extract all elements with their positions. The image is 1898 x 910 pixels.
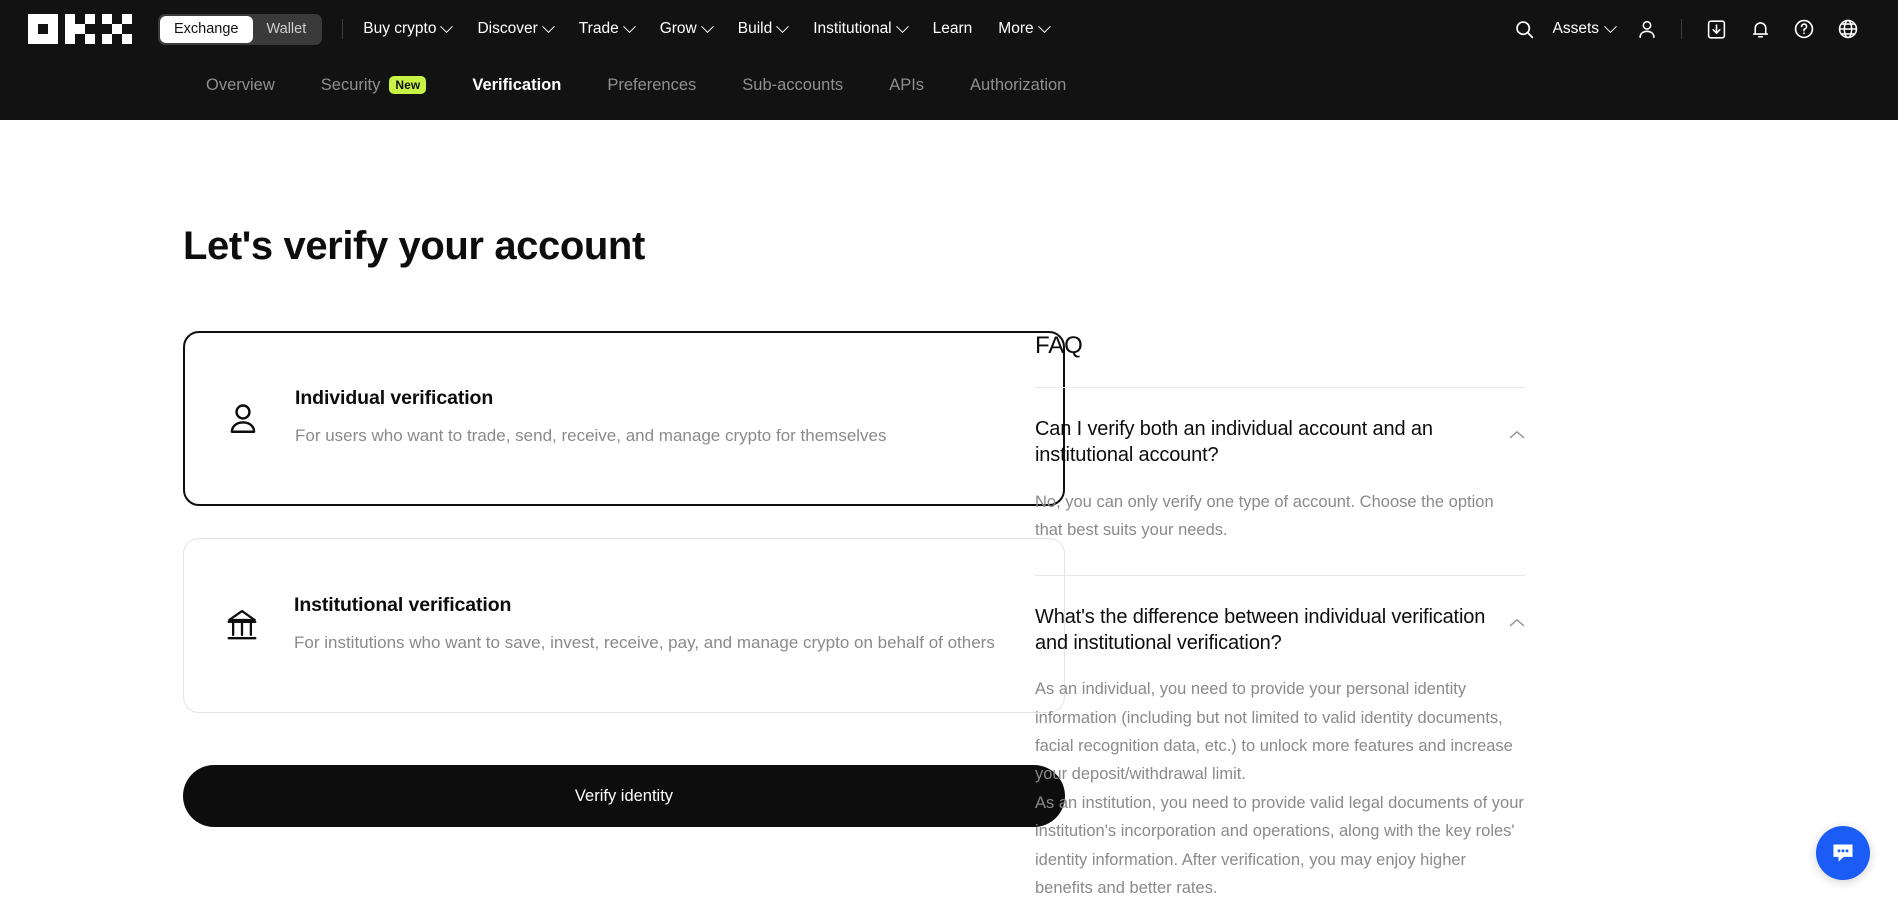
- subnav-label: Security: [320, 75, 381, 94]
- account-subnav: Overview Security New Verification Prefe…: [0, 58, 1898, 120]
- subnav-item-authorization[interactable]: Authorization: [947, 58, 1089, 104]
- chevron-down-icon: [1037, 19, 1051, 33]
- nav-label: Trade: [578, 20, 619, 37]
- nav-label: Institutional: [813, 20, 892, 37]
- assets-label: Assets: [1552, 20, 1599, 37]
- subnav-label: Sub-accounts: [742, 75, 844, 94]
- content-wrapper: Let's verify your account Individual ver…: [0, 120, 1898, 910]
- chevron-down-icon: [776, 19, 790, 33]
- chevron-down-icon: [440, 19, 454, 33]
- option-title: Institutional verification: [294, 594, 512, 617]
- language-globe-icon[interactable]: [1826, 7, 1870, 51]
- subnav-label: Preferences: [607, 75, 697, 94]
- segment-wallet[interactable]: Wallet: [253, 16, 321, 43]
- okx-logo-mark: [28, 14, 132, 44]
- nav-item-grow[interactable]: Grow: [659, 0, 714, 58]
- exchange-wallet-toggle[interactable]: Exchange Wallet: [158, 13, 323, 45]
- verification-main-column: Let's verify your account Individual ver…: [0, 120, 1065, 910]
- faq-item: Can I verify both an individual account …: [1035, 388, 1525, 575]
- nav-label: Buy crypto: [363, 20, 437, 37]
- option-description: For users who want to trade, send, recei…: [295, 426, 887, 446]
- faq-question: What's the difference between individual…: [1035, 605, 1486, 654]
- option-title: Individual verification: [295, 387, 494, 410]
- subnav-item-apis[interactable]: APIs: [866, 58, 947, 104]
- page-body: Let's verify your account Individual ver…: [0, 120, 1898, 910]
- nav-item-buy-crypto[interactable]: Buy crypto: [363, 0, 454, 58]
- nav-label: Discover: [477, 20, 538, 37]
- verification-options: Individual verification For users who wa…: [183, 331, 1065, 713]
- chevron-down-icon: [622, 19, 636, 33]
- notification-bell-icon[interactable]: [1738, 7, 1782, 51]
- chevron-up-icon[interactable]: [1509, 618, 1525, 628]
- chevron-down-icon: [700, 19, 714, 33]
- nav-item-more[interactable]: More: [998, 0, 1051, 58]
- nav-label: Build: [737, 20, 773, 37]
- nav-label: Learn: [932, 20, 973, 37]
- subnav-item-verification[interactable]: Verification: [449, 58, 584, 104]
- subnav-label: Authorization: [970, 75, 1067, 94]
- chat-support-button[interactable]: [1816, 826, 1870, 880]
- chevron-down-icon: [895, 19, 909, 33]
- user-account-icon[interactable]: [1625, 7, 1669, 51]
- faq-section: FAQ Can I verify both an individual acco…: [1035, 120, 1555, 910]
- bank-institution-icon: [220, 607, 264, 645]
- okx-logo[interactable]: [28, 14, 132, 44]
- faq-question: Can I verify both an individual account …: [1035, 418, 1433, 467]
- nav-item-trade[interactable]: Trade: [578, 0, 636, 58]
- nav-item-institutional[interactable]: Institutional: [813, 0, 909, 58]
- option-description: For institutions who want to save, inves…: [294, 633, 995, 653]
- option-card-institutional-verification[interactable]: Institutional verification For instituti…: [183, 538, 1065, 713]
- subnav-label: APIs: [889, 75, 925, 94]
- main-navigation: Buy crypto Discover Trade Grow Build Ins…: [363, 0, 1051, 58]
- nav-label: More: [998, 20, 1034, 37]
- verify-identity-button[interactable]: Verify identity: [183, 765, 1065, 827]
- segment-exchange[interactable]: Exchange: [160, 15, 253, 43]
- faq-item: What's the difference between individual…: [1035, 576, 1525, 910]
- subnav-item-sub-accounts[interactable]: Sub-accounts: [719, 58, 866, 104]
- page-title: Let's verify your account: [183, 224, 645, 268]
- nav-item-discover[interactable]: Discover: [477, 0, 555, 58]
- faq-question-row[interactable]: Can I verify both an individual account …: [1035, 416, 1525, 469]
- subnav-item-preferences[interactable]: Preferences: [584, 58, 719, 104]
- option-text: Institutional verification For instituti…: [294, 594, 1028, 656]
- download-icon[interactable]: [1694, 7, 1738, 51]
- chevron-down-icon: [1604, 19, 1617, 33]
- faq-answer: No, you can only verify one type of acco…: [1035, 492, 1494, 540]
- nav-item-build[interactable]: Build: [737, 0, 790, 58]
- status-badge-new: New: [389, 76, 427, 94]
- subnav-label: Verification: [472, 75, 562, 94]
- header-divider-2: [1681, 19, 1682, 39]
- faq-title: FAQ: [1035, 332, 1083, 359]
- nav-item-learn[interactable]: Learn: [933, 0, 973, 58]
- header-actions: Assets: [1502, 7, 1870, 51]
- person-icon: [221, 401, 265, 437]
- faq-question-row[interactable]: What's the difference between individual…: [1035, 604, 1525, 657]
- option-text: Individual verification For users who wa…: [295, 387, 1027, 449]
- top-header: Exchange Wallet Buy crypto Discover Trad…: [0, 0, 1898, 58]
- chevron-up-icon[interactable]: [1509, 430, 1525, 440]
- chevron-down-icon: [541, 19, 555, 33]
- header-divider: [342, 19, 344, 39]
- help-question-icon[interactable]: [1782, 7, 1826, 51]
- subnav-label: Overview: [206, 75, 275, 94]
- subnav-item-security[interactable]: Security New: [298, 58, 450, 104]
- nav-label: Grow: [659, 20, 697, 37]
- search-icon[interactable]: [1502, 7, 1546, 51]
- subnav-item-overview[interactable]: Overview: [183, 58, 298, 104]
- option-card-individual-verification[interactable]: Individual verification For users who wa…: [183, 331, 1065, 506]
- faq-answer: As an individual, you need to provide yo…: [1035, 680, 1524, 897]
- chat-bubble-icon: [1833, 844, 1853, 862]
- assets-menu[interactable]: Assets: [1546, 19, 1625, 38]
